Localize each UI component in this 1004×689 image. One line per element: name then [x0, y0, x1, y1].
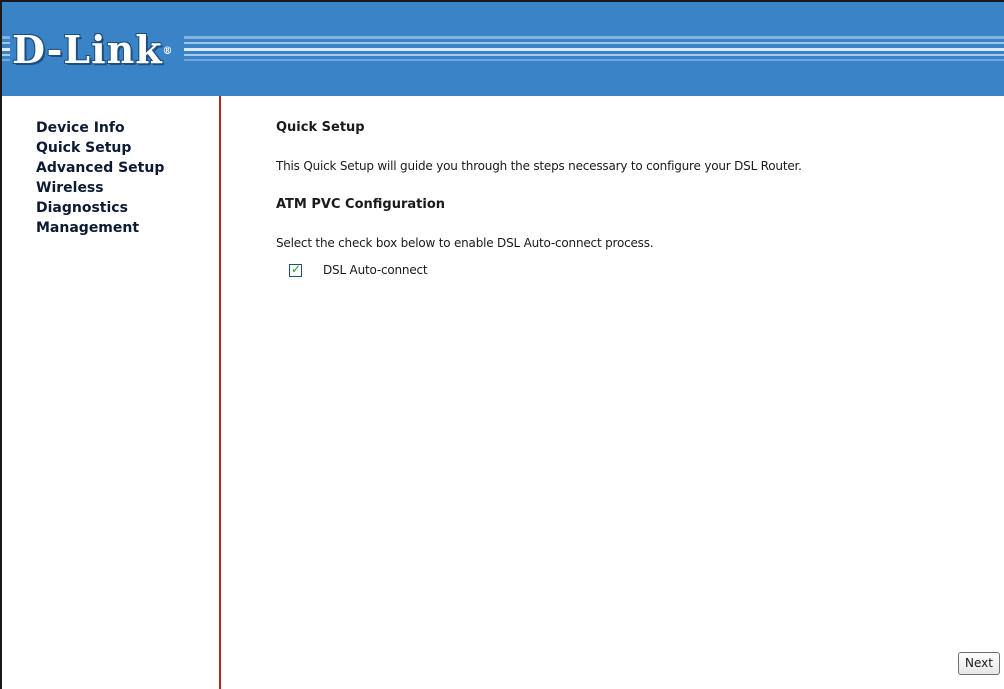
sidebar-item-wireless[interactable]: Wireless — [36, 178, 219, 198]
logo-text: D-Link — [12, 27, 163, 72]
header-banner: D-Link® — [2, 2, 1004, 96]
main-content: Quick Setup This Quick Setup will guide … — [223, 96, 1004, 689]
sidebar-item-quick-setup[interactable]: Quick Setup — [36, 138, 219, 158]
page-title: Quick Setup — [276, 120, 365, 135]
sidebar-menu: Device Info Quick Setup Advanced Setup W… — [2, 96, 219, 238]
sidebar-item-device-info[interactable]: Device Info — [36, 118, 219, 138]
dsl-auto-connect-label[interactable]: DSL Auto-connect — [323, 263, 428, 277]
section-title: ATM PVC Configuration — [276, 197, 445, 212]
next-button[interactable]: Next — [958, 652, 1000, 675]
sidebar-nav: Device Info Quick Setup Advanced Setup W… — [2, 96, 221, 689]
sidebar-item-management[interactable]: Management — [36, 218, 219, 238]
sidebar-item-diagnostics[interactable]: Diagnostics — [36, 198, 219, 218]
sidebar-item-advanced-setup[interactable]: Advanced Setup — [36, 158, 219, 178]
auto-connect-row: ✓ DSL Auto-connect — [289, 261, 428, 278]
dlink-logo: D-Link® — [10, 28, 184, 72]
checkmark-icon: ✓ — [291, 261, 302, 276]
trademark-mark: ® — [162, 46, 174, 57]
intro-text: This Quick Setup will guide you through … — [276, 159, 802, 173]
instruction-text: Select the check box below to enable DSL… — [276, 236, 654, 250]
dsl-auto-connect-checkbox[interactable]: ✓ — [289, 261, 302, 277]
